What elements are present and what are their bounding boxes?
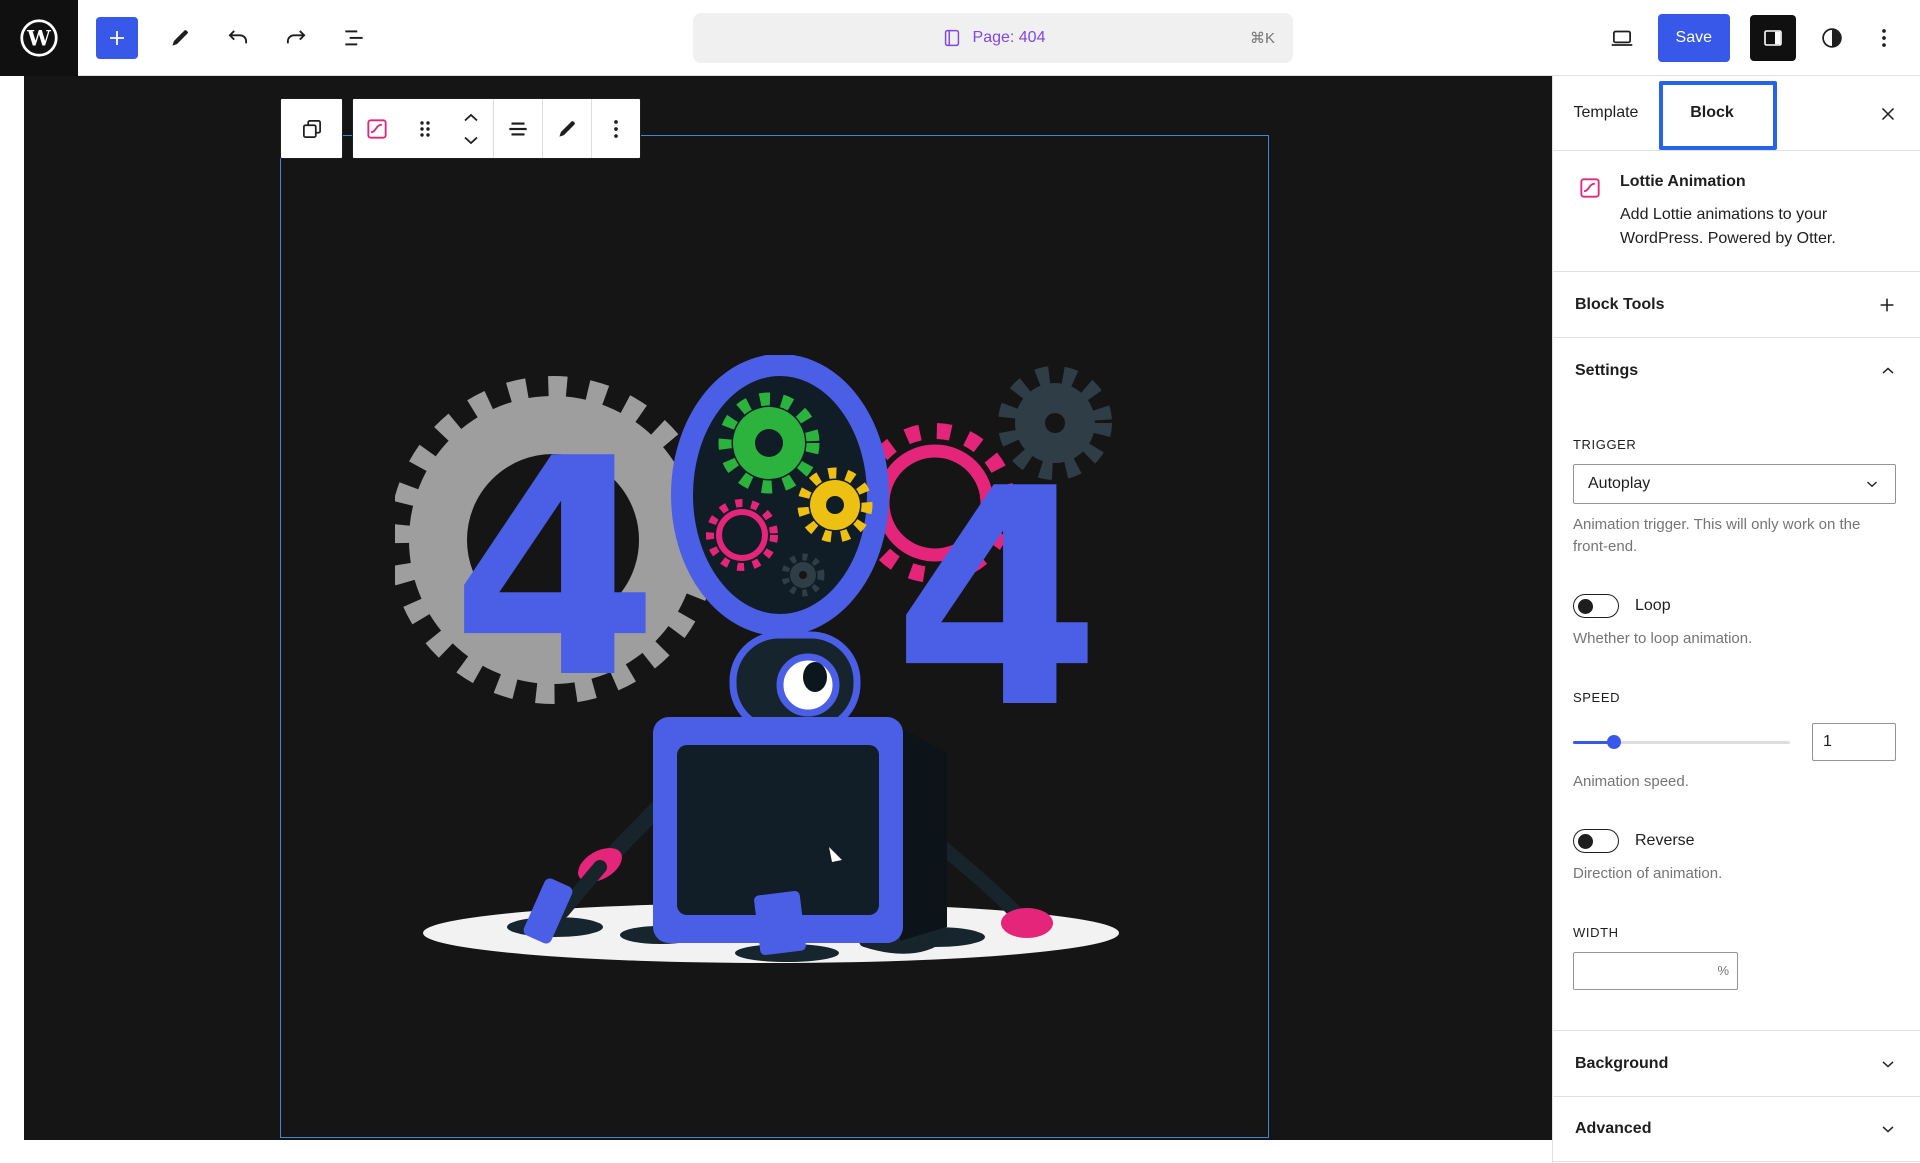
document-switcher[interactable]: Page: 404 ⌘K: [693, 13, 1293, 63]
select-parent-block-button[interactable]: [280, 98, 343, 159]
block-toolbar: [352, 98, 641, 159]
drag-handle-icon[interactable]: [401, 99, 449, 158]
toggle-knob: [1578, 599, 1593, 614]
chevron-down-icon: [1863, 475, 1881, 493]
speed-label: SPEED: [1573, 690, 1896, 705]
sidebar-tabs: Template Block: [1553, 76, 1920, 151]
width-unit: %: [1717, 963, 1729, 978]
list-view-icon[interactable]: [338, 22, 370, 54]
speed-slider[interactable]: [1573, 730, 1790, 754]
loop-help: Whether to loop animation.: [1573, 628, 1896, 650]
trigger-label: TRIGGER: [1573, 437, 1896, 452]
lottie-block-icon: [1577, 173, 1603, 251]
page-title: Page: 404: [973, 29, 1046, 47]
settings-sidebar-toggle[interactable]: [1750, 15, 1796, 61]
width-label: WIDTH: [1573, 925, 1896, 940]
undo-icon[interactable]: [222, 22, 254, 54]
svg-text:4: 4: [451, 395, 660, 744]
settings-panel-body: TRIGGER Autoplay Animation trigger. This…: [1553, 403, 1920, 1030]
404-robot-illustration: 4 4: [395, 355, 1155, 975]
plus-icon: [1876, 294, 1898, 316]
active-tab-underline: [1662, 147, 1766, 150]
speed-input[interactable]: [1812, 723, 1896, 761]
panel-block-tools[interactable]: Block Tools: [1553, 271, 1920, 337]
tab-block[interactable]: Block: [1659, 76, 1765, 150]
block-title: Lottie Animation: [1620, 173, 1896, 191]
loop-toggle[interactable]: [1573, 594, 1619, 618]
lottie-block-icon[interactable]: [353, 99, 401, 158]
edit-icon[interactable]: [543, 99, 591, 158]
block-inserter-button[interactable]: [96, 17, 138, 59]
wordpress-logo-icon[interactable]: W: [0, 0, 78, 76]
settings-sidebar: Template Block Lottie Animation Add Lott…: [1552, 76, 1920, 1163]
trigger-help: Animation trigger. This will only work o…: [1573, 514, 1896, 558]
reverse-help: Direction of animation.: [1573, 863, 1896, 885]
svg-text:W: W: [26, 25, 51, 50]
trigger-select[interactable]: Autoplay: [1573, 464, 1896, 504]
reverse-toggle[interactable]: [1573, 829, 1619, 853]
save-button[interactable]: Save: [1658, 14, 1730, 62]
tab-template[interactable]: Template: [1553, 76, 1659, 150]
chevron-down-icon: [1878, 1119, 1898, 1139]
width-input[interactable]: [1573, 952, 1738, 990]
move-down-icon[interactable]: [462, 129, 480, 151]
toggle-knob: [1578, 834, 1593, 849]
block-card: Lottie Animation Add Lottie animations t…: [1553, 151, 1920, 271]
block-description: Add Lottie animations to your WordPress.…: [1620, 203, 1896, 251]
chevron-up-icon: [1878, 361, 1898, 381]
speed-help: Animation speed.: [1573, 771, 1896, 793]
move-up-icon[interactable]: [462, 107, 480, 129]
loop-label: Loop: [1635, 597, 1671, 615]
editor-top-bar: W Page: 404 ⌘K Save: [0, 0, 1920, 76]
panel-advanced[interactable]: Advanced: [1553, 1096, 1920, 1162]
chevron-down-icon: [1878, 1054, 1898, 1074]
editor-canvas: 4 4: [0, 76, 1552, 1163]
page-icon: [941, 27, 963, 49]
reverse-label: Reverse: [1635, 832, 1695, 850]
svg-text:4: 4: [893, 425, 1102, 774]
command-shortcut: ⌘K: [1250, 29, 1275, 47]
edit-tool-icon[interactable]: [164, 22, 196, 54]
template-dark-background[interactable]: 4 4: [24, 76, 1552, 1140]
toolbar-options-icon[interactable]: [592, 99, 640, 158]
preview-icon[interactable]: [1606, 22, 1638, 54]
styles-icon[interactable]: [1816, 22, 1848, 54]
options-menu-icon[interactable]: [1868, 22, 1900, 54]
panel-background[interactable]: Background: [1553, 1030, 1920, 1096]
redo-icon[interactable]: [280, 22, 312, 54]
slider-thumb[interactable]: [1607, 735, 1621, 749]
align-icon[interactable]: [494, 99, 542, 158]
panel-settings-header[interactable]: Settings: [1553, 337, 1920, 403]
close-icon[interactable]: [1870, 96, 1906, 132]
